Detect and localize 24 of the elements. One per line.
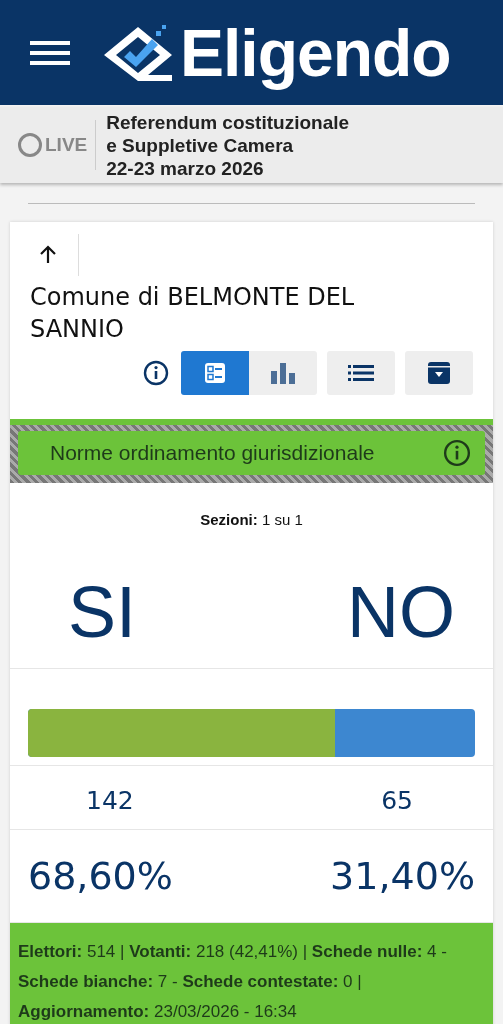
- vote-percentage: 68,60%: [28, 854, 173, 898]
- sections-count: Sezioni: 1 su 1: [199, 510, 304, 530]
- info-icon[interactable]: [143, 360, 169, 386]
- election-title: Referendum costituzionale e Suppletive Camera 22-23 marzo 2026: [105, 110, 350, 180]
- archive-button[interactable]: [405, 351, 473, 395]
- municipality-title: Comune di BELMONTE DEL SANNIO: [29, 282, 356, 345]
- app-logo-text: Eligendo: [180, 14, 451, 91]
- live-label: LIVE: [45, 134, 88, 156]
- archive-icon: [428, 362, 450, 384]
- list-view-button[interactable]: [327, 351, 395, 395]
- bar-chart-icon: [270, 362, 296, 384]
- chart-view-button[interactable]: [249, 351, 317, 395]
- question-title: Norme ordinamento giurisdizionale: [50, 441, 375, 465]
- vote-count: 65: [381, 786, 413, 815]
- list-icon: [348, 365, 374, 381]
- turnout-summary: Elettori: 514 | Votanti: 218 (42,41%) | Schede nulle: 4 - Schede bianche: 7 - Schede contestate: 0 | Aggiornamento: 23/03/2026 - 16:34: [10, 923, 493, 1024]
- vote-percentage: 31,40%: [330, 854, 475, 898]
- card-view-button[interactable]: [181, 351, 249, 395]
- vote-count: 142: [86, 786, 134, 815]
- info-icon[interactable]: [443, 439, 471, 467]
- option-label: NO: [347, 576, 455, 648]
- option-label: SI: [68, 576, 137, 648]
- card-list-icon: [204, 362, 226, 384]
- menu-icon[interactable]: [30, 39, 70, 66]
